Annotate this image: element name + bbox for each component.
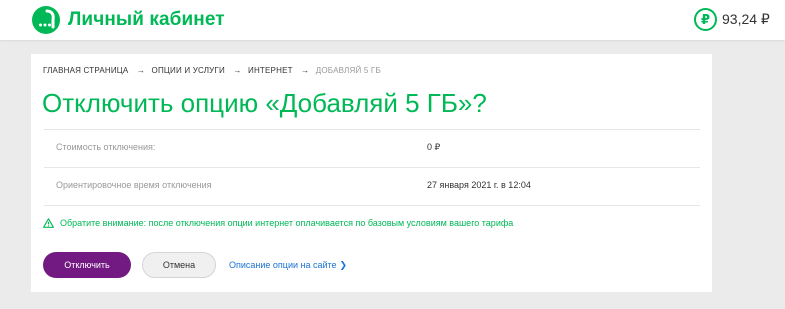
- brand-title[interactable]: Личный кабинет: [68, 9, 225, 31]
- notice-message: Обратите внимание: после отключения опци…: [43, 218, 513, 228]
- breadcrumb-separator: →: [136, 66, 146, 75]
- detail-row-cost: Стоимость отключения: 0 ₽: [44, 129, 700, 167]
- detail-value: 0 ₽: [427, 142, 441, 152]
- breadcrumb-item-current: ДОБАВЛЯЙ 5 ГБ: [315, 66, 381, 75]
- option-description-link[interactable]: Описание опции на сайте ❯: [229, 260, 347, 271]
- detail-row-time: Ориентировочное время отключения 27 янва…: [44, 167, 700, 205]
- breadcrumb-item-internet[interactable]: ИНТЕРНЕТ: [248, 66, 293, 75]
- disable-option-card: ГЛАВНАЯ СТРАНИЦА → ОПЦИИ И УСЛУГИ → ИНТЕ…: [31, 54, 712, 292]
- detail-value: 27 января 2021 г. в 12:04: [427, 180, 531, 190]
- breadcrumb-separator: →: [233, 66, 242, 75]
- detail-label: Стоимость отключения:: [56, 142, 156, 152]
- detail-label: Ориентировочное время отключения: [56, 180, 212, 190]
- warning-icon: [43, 218, 54, 228]
- page-title: Отключить опцию «Добавляй 5 ГБ»?: [42, 88, 487, 118]
- cancel-button[interactable]: Отмена: [142, 252, 216, 278]
- breadcrumb-item-home[interactable]: ГЛАВНАЯ СТРАНИЦА: [43, 66, 128, 75]
- breadcrumb-item-options[interactable]: ОПЦИИ И УСЛУГИ: [152, 66, 225, 75]
- option-description-link-label[interactable]: Описание опции на сайте: [229, 260, 337, 270]
- disable-option-button[interactable]: Отключить: [43, 252, 131, 278]
- balance-amount[interactable]: 93,24 ₽: [722, 11, 770, 28]
- megafon-logo-icon[interactable]: [32, 6, 60, 34]
- breadcrumb: ГЛАВНАЯ СТРАНИЦА → ОПЦИИ И УСЛУГИ → ИНТЕ…: [43, 66, 383, 75]
- breadcrumb-separator: →: [301, 66, 310, 75]
- divider: [44, 205, 700, 206]
- top-header: Личный кабинет ₽ 93,24 ₽: [0, 0, 785, 40]
- notice-text: Обратите внимание: после отключения опци…: [60, 218, 514, 228]
- chevron-right-icon: ❯: [339, 260, 348, 270]
- ruble-icon[interactable]: ₽: [694, 8, 717, 31]
